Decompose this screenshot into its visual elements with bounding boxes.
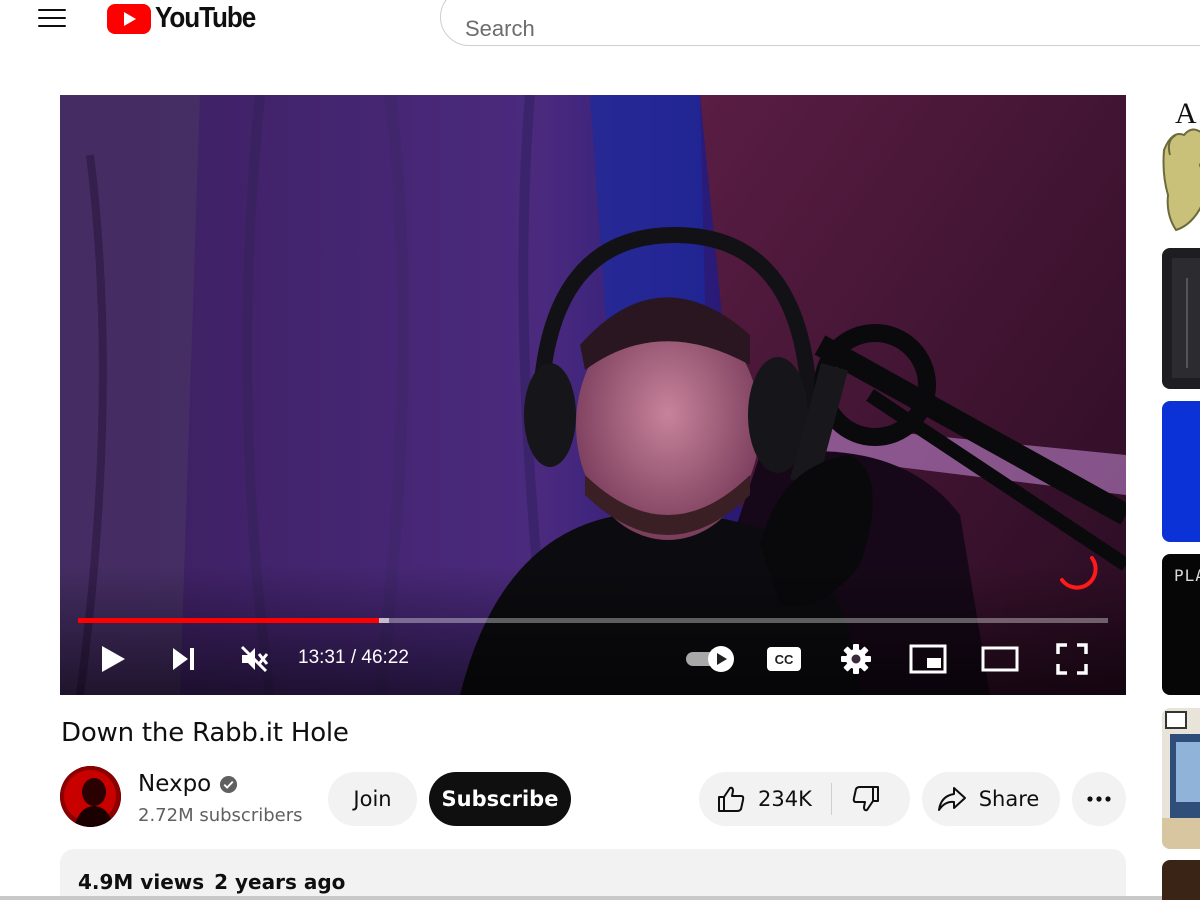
menu-line — [38, 25, 66, 27]
share-label: Share — [978, 787, 1040, 811]
menu-line — [38, 17, 66, 19]
autoplay-icon — [686, 646, 734, 672]
recommended-video-thumbnail[interactable]: A — [1162, 95, 1200, 237]
recommended-video-thumbnail[interactable]: PLA — [1162, 554, 1200, 695]
current-time: 13:31 — [298, 647, 346, 668]
closed-captions-icon: CC — [767, 647, 801, 671]
verified-badge-icon — [220, 775, 238, 793]
recommended-video-thumbnail[interactable] — [1162, 708, 1200, 849]
more-horizontal-icon — [1087, 796, 1111, 802]
menu-line — [38, 9, 66, 11]
thumbnail-image — [1172, 258, 1200, 378]
dislike-button[interactable] — [832, 772, 910, 826]
controls-gradient — [60, 565, 1126, 695]
progress-bar[interactable] — [78, 618, 1108, 623]
duration: 46:22 — [361, 647, 409, 668]
autoplay-toggle[interactable] — [680, 638, 740, 680]
like-count: 234K — [758, 787, 812, 811]
next-button[interactable] — [166, 638, 200, 680]
dragon-illustration — [1162, 128, 1200, 232]
play-icon — [102, 646, 125, 672]
subscribe-button[interactable]: Subscribe — [429, 772, 571, 826]
description-box[interactable]: 4.9M views 2 years ago — [60, 849, 1126, 900]
youtube-logo[interactable]: YouTube — [107, 2, 266, 35]
progress-played — [78, 618, 379, 623]
thumbs-up-icon — [718, 786, 745, 812]
window-bottom-border — [0, 896, 1200, 900]
settings-button[interactable] — [836, 638, 876, 680]
fullscreen-button[interactable] — [1052, 638, 1092, 680]
upload-age: 2 years ago — [214, 870, 346, 894]
join-button[interactable]: Join — [328, 772, 417, 826]
recommended-video-thumbnail[interactable] — [1162, 860, 1200, 900]
time-separator: / — [345, 647, 362, 668]
share-button[interactable]: Share — [922, 772, 1060, 826]
logo-wordmark: YouTube — [155, 2, 256, 34]
subscriber-count: 2.72M subscribers — [138, 805, 303, 826]
loading-spinner-icon — [1060, 556, 1098, 590]
avatar-image — [60, 766, 121, 827]
youtube-play-logo-icon — [107, 3, 151, 34]
search-box[interactable] — [440, 0, 1200, 46]
play-button[interactable] — [95, 638, 131, 680]
captions-button[interactable]: CC — [764, 638, 804, 680]
like-dislike-group: 234K — [699, 772, 910, 826]
mute-button[interactable] — [236, 638, 272, 680]
channel-avatar[interactable] — [60, 766, 121, 827]
thumbnail-image — [1162, 711, 1200, 849]
thumbnail-text: PLA — [1174, 566, 1200, 585]
miniplayer-button[interactable] — [906, 638, 950, 680]
time-display: 13:31 / 46:22 — [298, 647, 409, 669]
more-actions-button[interactable] — [1072, 772, 1126, 826]
channel-name[interactable]: Nexpo — [138, 771, 238, 797]
video-title: Down the Rabb.it Hole — [61, 718, 349, 748]
theater-mode-icon — [981, 646, 1019, 672]
recommended-video-thumbnail[interactable] — [1162, 401, 1200, 542]
miniplayer-icon — [909, 644, 947, 674]
channel-name-text: Nexpo — [138, 771, 212, 797]
share-arrow-icon — [937, 787, 966, 811]
video-player[interactable]: 13:31 / 46:22 CC — [60, 95, 1126, 695]
skip-next-icon — [173, 648, 194, 670]
like-button[interactable]: 234K — [699, 772, 831, 826]
gear-icon — [841, 644, 871, 674]
guide-menu-button[interactable] — [38, 4, 72, 32]
theater-mode-button[interactable] — [978, 638, 1022, 680]
volume-muted-icon — [240, 645, 269, 673]
thumbs-down-icon — [852, 786, 879, 812]
recommended-video-thumbnail[interactable] — [1162, 248, 1200, 389]
view-count: 4.9M views — [78, 870, 205, 894]
search-input[interactable] — [465, 16, 1200, 42]
description-meta: 4.9M views 2 years ago — [78, 870, 345, 894]
fullscreen-icon — [1056, 643, 1088, 675]
cc-label: CC — [775, 652, 794, 667]
